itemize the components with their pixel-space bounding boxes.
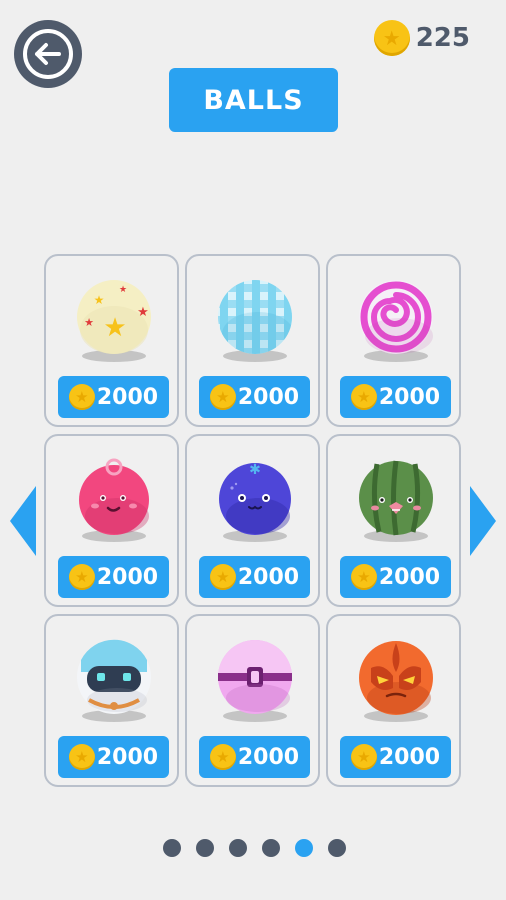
coin-icon: ★ — [350, 744, 377, 770]
capsule-ball-icon — [218, 640, 292, 714]
fire-mask-ball-icon — [359, 641, 433, 715]
price-button[interactable]: ★ 2000 — [58, 736, 169, 778]
back-button[interactable] — [14, 20, 82, 88]
price-label: 2000 — [378, 744, 441, 770]
price-button[interactable]: ★ 2000 — [199, 736, 310, 778]
price-button[interactable]: ★ 2000 — [199, 376, 310, 418]
blue-face-ball-icon: ✱ — [219, 462, 291, 535]
price-button[interactable]: ★ 2000 — [340, 556, 451, 598]
page-indicator — [163, 839, 346, 857]
shop-card-fire-mask-ball[interactable]: ★ 2000 — [326, 614, 461, 787]
price-button[interactable]: ★ 2000 — [340, 376, 451, 418]
swirl-ball-icon — [359, 280, 433, 354]
svg-text:★: ★ — [94, 293, 105, 307]
shop-card-swirl-ball[interactable]: ★ 2000 — [326, 254, 461, 427]
next-page-arrow-icon[interactable] — [470, 486, 496, 556]
robot-ball-icon — [77, 639, 151, 714]
page-dot-1[interactable] — [163, 839, 181, 857]
shop-card-checkered-ball[interactable]: ★ 2000 — [185, 254, 320, 427]
svg-text:★: ★ — [84, 316, 94, 329]
shop-card-blue-face-ball[interactable]: ✱ ★ 2000 — [185, 434, 320, 607]
coin-icon: ★ — [350, 564, 377, 590]
pink-face-ball-icon — [79, 458, 149, 535]
arrow-left-icon — [35, 43, 61, 65]
coin-icon: ★ — [350, 384, 377, 410]
price-label: 2000 — [237, 384, 300, 410]
coin-icon: ★ — [209, 564, 236, 590]
star-ball-icon: ★ ★ ★ ★ ★ — [77, 280, 151, 354]
price-button[interactable]: ★ 2000 — [58, 376, 169, 418]
coin-icon: ★ — [68, 384, 95, 410]
coin-balance: ★ 225 — [373, 18, 470, 58]
price-label: 2000 — [96, 564, 159, 590]
price-label: 2000 — [237, 564, 300, 590]
coin-icon: ★ — [68, 564, 95, 590]
svg-text:✱: ✱ — [249, 462, 261, 478]
shop-card-pink-face-ball[interactable]: ★ 2000 — [44, 434, 179, 607]
coin-icon: ★ — [209, 744, 236, 770]
price-label: 2000 — [378, 564, 441, 590]
price-label: 2000 — [96, 384, 159, 410]
page-dot-3[interactable] — [229, 839, 247, 857]
checkered-ball-icon — [218, 280, 292, 354]
price-button[interactable]: ★ 2000 — [199, 556, 310, 598]
coin-icon: ★ — [68, 744, 95, 770]
svg-text:★: ★ — [137, 305, 149, 320]
price-label: 2000 — [237, 744, 300, 770]
shop-card-robot-ball[interactable]: ★ 2000 — [44, 614, 179, 787]
page-dot-2[interactable] — [196, 839, 214, 857]
shop-card-watermelon-ball[interactable]: ★ 2000 — [326, 434, 461, 607]
coin-icon: ★ — [373, 20, 410, 56]
price-button[interactable]: ★ 2000 — [58, 556, 169, 598]
price-label: 2000 — [96, 744, 159, 770]
coin-icon: ★ — [209, 384, 236, 410]
watermelon-ball-icon — [359, 460, 433, 536]
svg-text:★: ★ — [103, 313, 126, 343]
shop-card-capsule-ball[interactable]: ★ 2000 — [185, 614, 320, 787]
ball-grid: ★ ★ ★ ★ ★ ★ 2000 ★ 2000 ★ 2000 ★ 2000 ✱ … — [44, 254, 463, 787]
price-label: 2000 — [378, 384, 441, 410]
page-dot-5[interactable] — [295, 839, 313, 857]
page-dot-4[interactable] — [262, 839, 280, 857]
svg-text:★: ★ — [119, 285, 127, 295]
price-button[interactable]: ★ 2000 — [340, 736, 451, 778]
shop-card-star-ball[interactable]: ★ ★ ★ ★ ★ ★ 2000 — [44, 254, 179, 427]
page-title-text: BALLS — [203, 84, 304, 116]
coin-balance-value: 225 — [415, 23, 470, 53]
previous-page-arrow-icon[interactable] — [10, 486, 36, 556]
page-dot-6[interactable] — [328, 839, 346, 857]
page-title: BALLS — [169, 68, 338, 132]
